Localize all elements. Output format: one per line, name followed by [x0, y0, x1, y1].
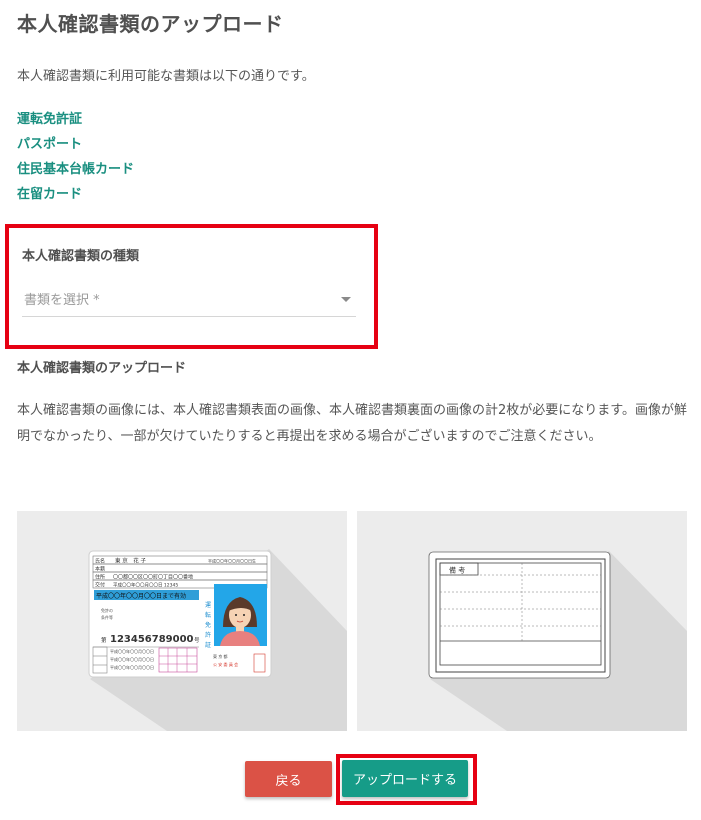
- license-front-illustration: 氏名 東 京 花 子 平成〇〇年〇〇月〇〇日生 本籍 住所 〇〇都〇〇区〇〇町〇…: [88, 549, 347, 731]
- holder-name: 東 京 花 子: [115, 557, 146, 565]
- license-photo: [214, 584, 267, 646]
- select-placeholder: 書類を選択 *: [24, 293, 100, 308]
- svg-text:公 安 委 員 会: 公 安 委 員 会: [213, 661, 238, 667]
- honseki-label: 本籍: [95, 566, 105, 573]
- number-label: 第: [101, 636, 107, 644]
- document-type-label: 本人確認書類の種類: [22, 249, 140, 264]
- upload-description: 本人確認書類の画像には、本人確認書類表面の画像、本人確認書類裏面の画像の計2枚が…: [17, 403, 687, 444]
- svg-text:許: 許: [205, 631, 211, 639]
- document-list: 運転免許証 パスポート 住民基本台帳カード 在留カード: [17, 111, 134, 211]
- upload-heading: 本人確認書類のアップロード: [17, 361, 187, 376]
- document-type-select[interactable]: 書類を選択 *: [22, 284, 356, 317]
- svg-text:免許の: 免許の: [101, 607, 113, 613]
- svg-text:証: 証: [205, 641, 211, 649]
- document-item-license[interactable]: 運転免許証: [17, 111, 134, 136]
- birth-date: 平成〇〇年〇〇月〇〇日生: [208, 558, 256, 564]
- document-item-residence-card[interactable]: 住民基本台帳カード: [17, 161, 134, 186]
- svg-text:平成〇〇年〇〇月〇〇日: 平成〇〇年〇〇月〇〇日: [110, 664, 154, 670]
- document-item-passport[interactable]: パスポート: [17, 136, 134, 161]
- license-back-upload[interactable]: 備 考: [357, 511, 687, 731]
- name-label: 氏名: [95, 558, 105, 565]
- validity-text: 平成〇〇年〇〇月〇〇日まで有効: [96, 592, 186, 600]
- number-suffix: 号: [194, 637, 200, 644]
- remarks-label: 備 考: [449, 566, 465, 575]
- document-type-section: 本人確認書類の種類 書類を選択 *: [5, 224, 378, 349]
- address-value: 〇〇都〇〇区〇〇町〇丁目〇〇番地: [113, 574, 193, 581]
- license-back-illustration: 備 考: [428, 551, 687, 731]
- license-number: 123456789000: [110, 634, 194, 645]
- issue-value: 平成〇〇年〇〇月〇〇日 12345: [113, 582, 178, 589]
- page-title: 本人確認書類のアップロード: [17, 12, 284, 36]
- address-label: 住所: [95, 574, 105, 581]
- svg-text:平成〇〇年〇〇月〇〇日: 平成〇〇年〇〇月〇〇日: [110, 656, 154, 662]
- svg-text:平成〇〇年〇〇月〇〇日: 平成〇〇年〇〇月〇〇日: [110, 648, 154, 654]
- intro-text: 本人確認書類に利用可能な書類は以下の通りです。: [17, 69, 315, 84]
- back-button[interactable]: 戻る: [245, 761, 332, 797]
- svg-text:運: 運: [205, 602, 211, 609]
- dropdown-arrow-icon: [341, 297, 351, 302]
- svg-text:転: 転: [205, 611, 211, 619]
- upload-button[interactable]: アップロードする: [342, 760, 468, 797]
- svg-text:東 京 都: 東 京 都: [213, 653, 228, 659]
- license-front-upload[interactable]: 氏名 東 京 花 子 平成〇〇年〇〇月〇〇日生 本籍 住所 〇〇都〇〇区〇〇町〇…: [17, 511, 347, 731]
- issue-label: 交付: [95, 582, 105, 589]
- document-item-residence-permit[interactable]: 在留カード: [17, 186, 134, 211]
- svg-text:条件等: 条件等: [101, 614, 113, 620]
- svg-text:免: 免: [205, 621, 211, 629]
